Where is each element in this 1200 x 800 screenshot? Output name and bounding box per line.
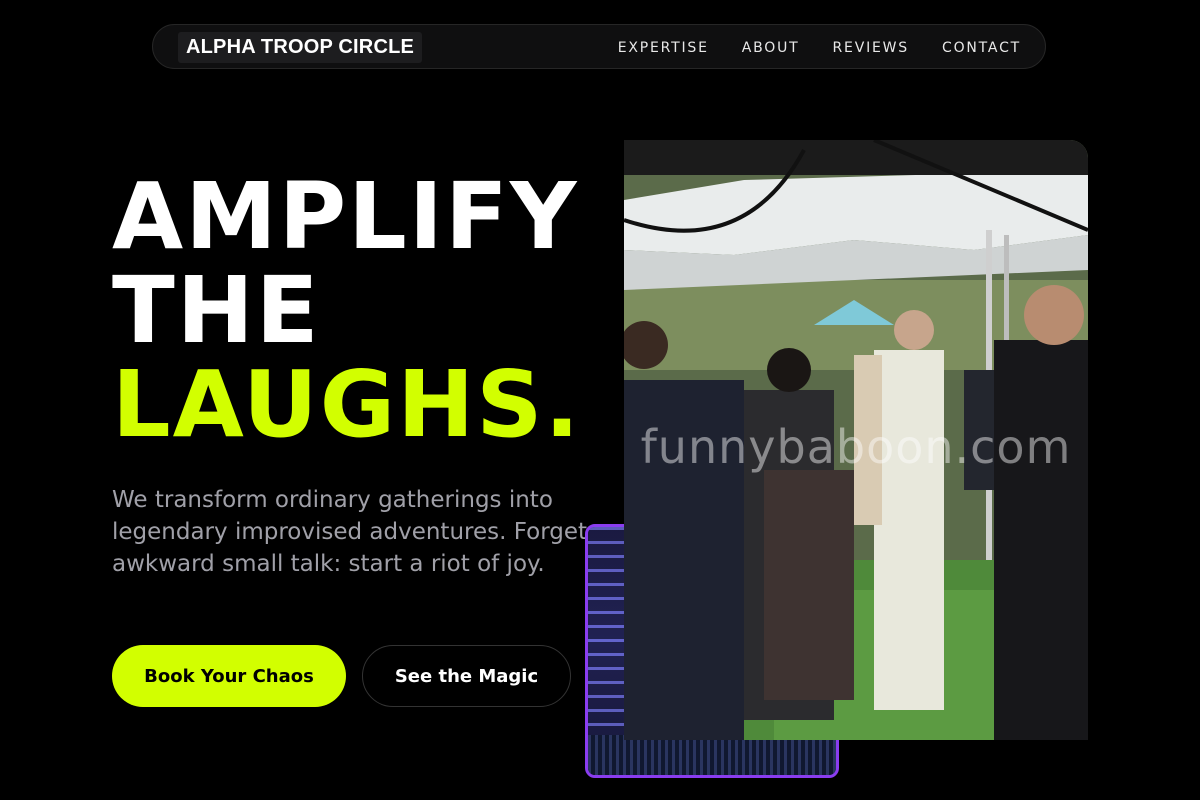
crowd-photo: funnybaboon.com (624, 140, 1088, 740)
headline-line-2: THE (112, 257, 321, 364)
headline-accent: LAUGHS. (112, 351, 582, 458)
nav-link-contact[interactable]: CONTACT (942, 40, 1021, 56)
nav-link-expertise[interactable]: EXPERTISE (618, 40, 709, 56)
headline-line-1: AMPLIFY (112, 163, 579, 270)
hero-headline: AMPLIFY THE LAUGHS. (112, 170, 581, 452)
see-the-magic-button[interactable]: See the Magic (362, 645, 571, 707)
brand-logo[interactable]: ALPHA TROOP CIRCLE (178, 32, 423, 63)
nav-link-reviews[interactable]: REVIEWS (833, 40, 909, 56)
hero-subtext: We transform ordinary gatherings into le… (112, 487, 588, 577)
crowd-photo-illustration (624, 140, 1088, 740)
nav-links: EXPERTISE ABOUT REVIEWS CONTACT (618, 25, 1021, 70)
book-your-chaos-button[interactable]: Book Your Chaos (112, 645, 346, 707)
stage-curtain-graphic (588, 735, 836, 775)
landing-page: ALPHA TROOP CIRCLE EXPERTISE ABOUT REVIE… (0, 0, 1200, 800)
nav-link-about[interactable]: ABOUT (742, 40, 800, 56)
top-navbar: ALPHA TROOP CIRCLE EXPERTISE ABOUT REVIE… (152, 24, 1046, 69)
